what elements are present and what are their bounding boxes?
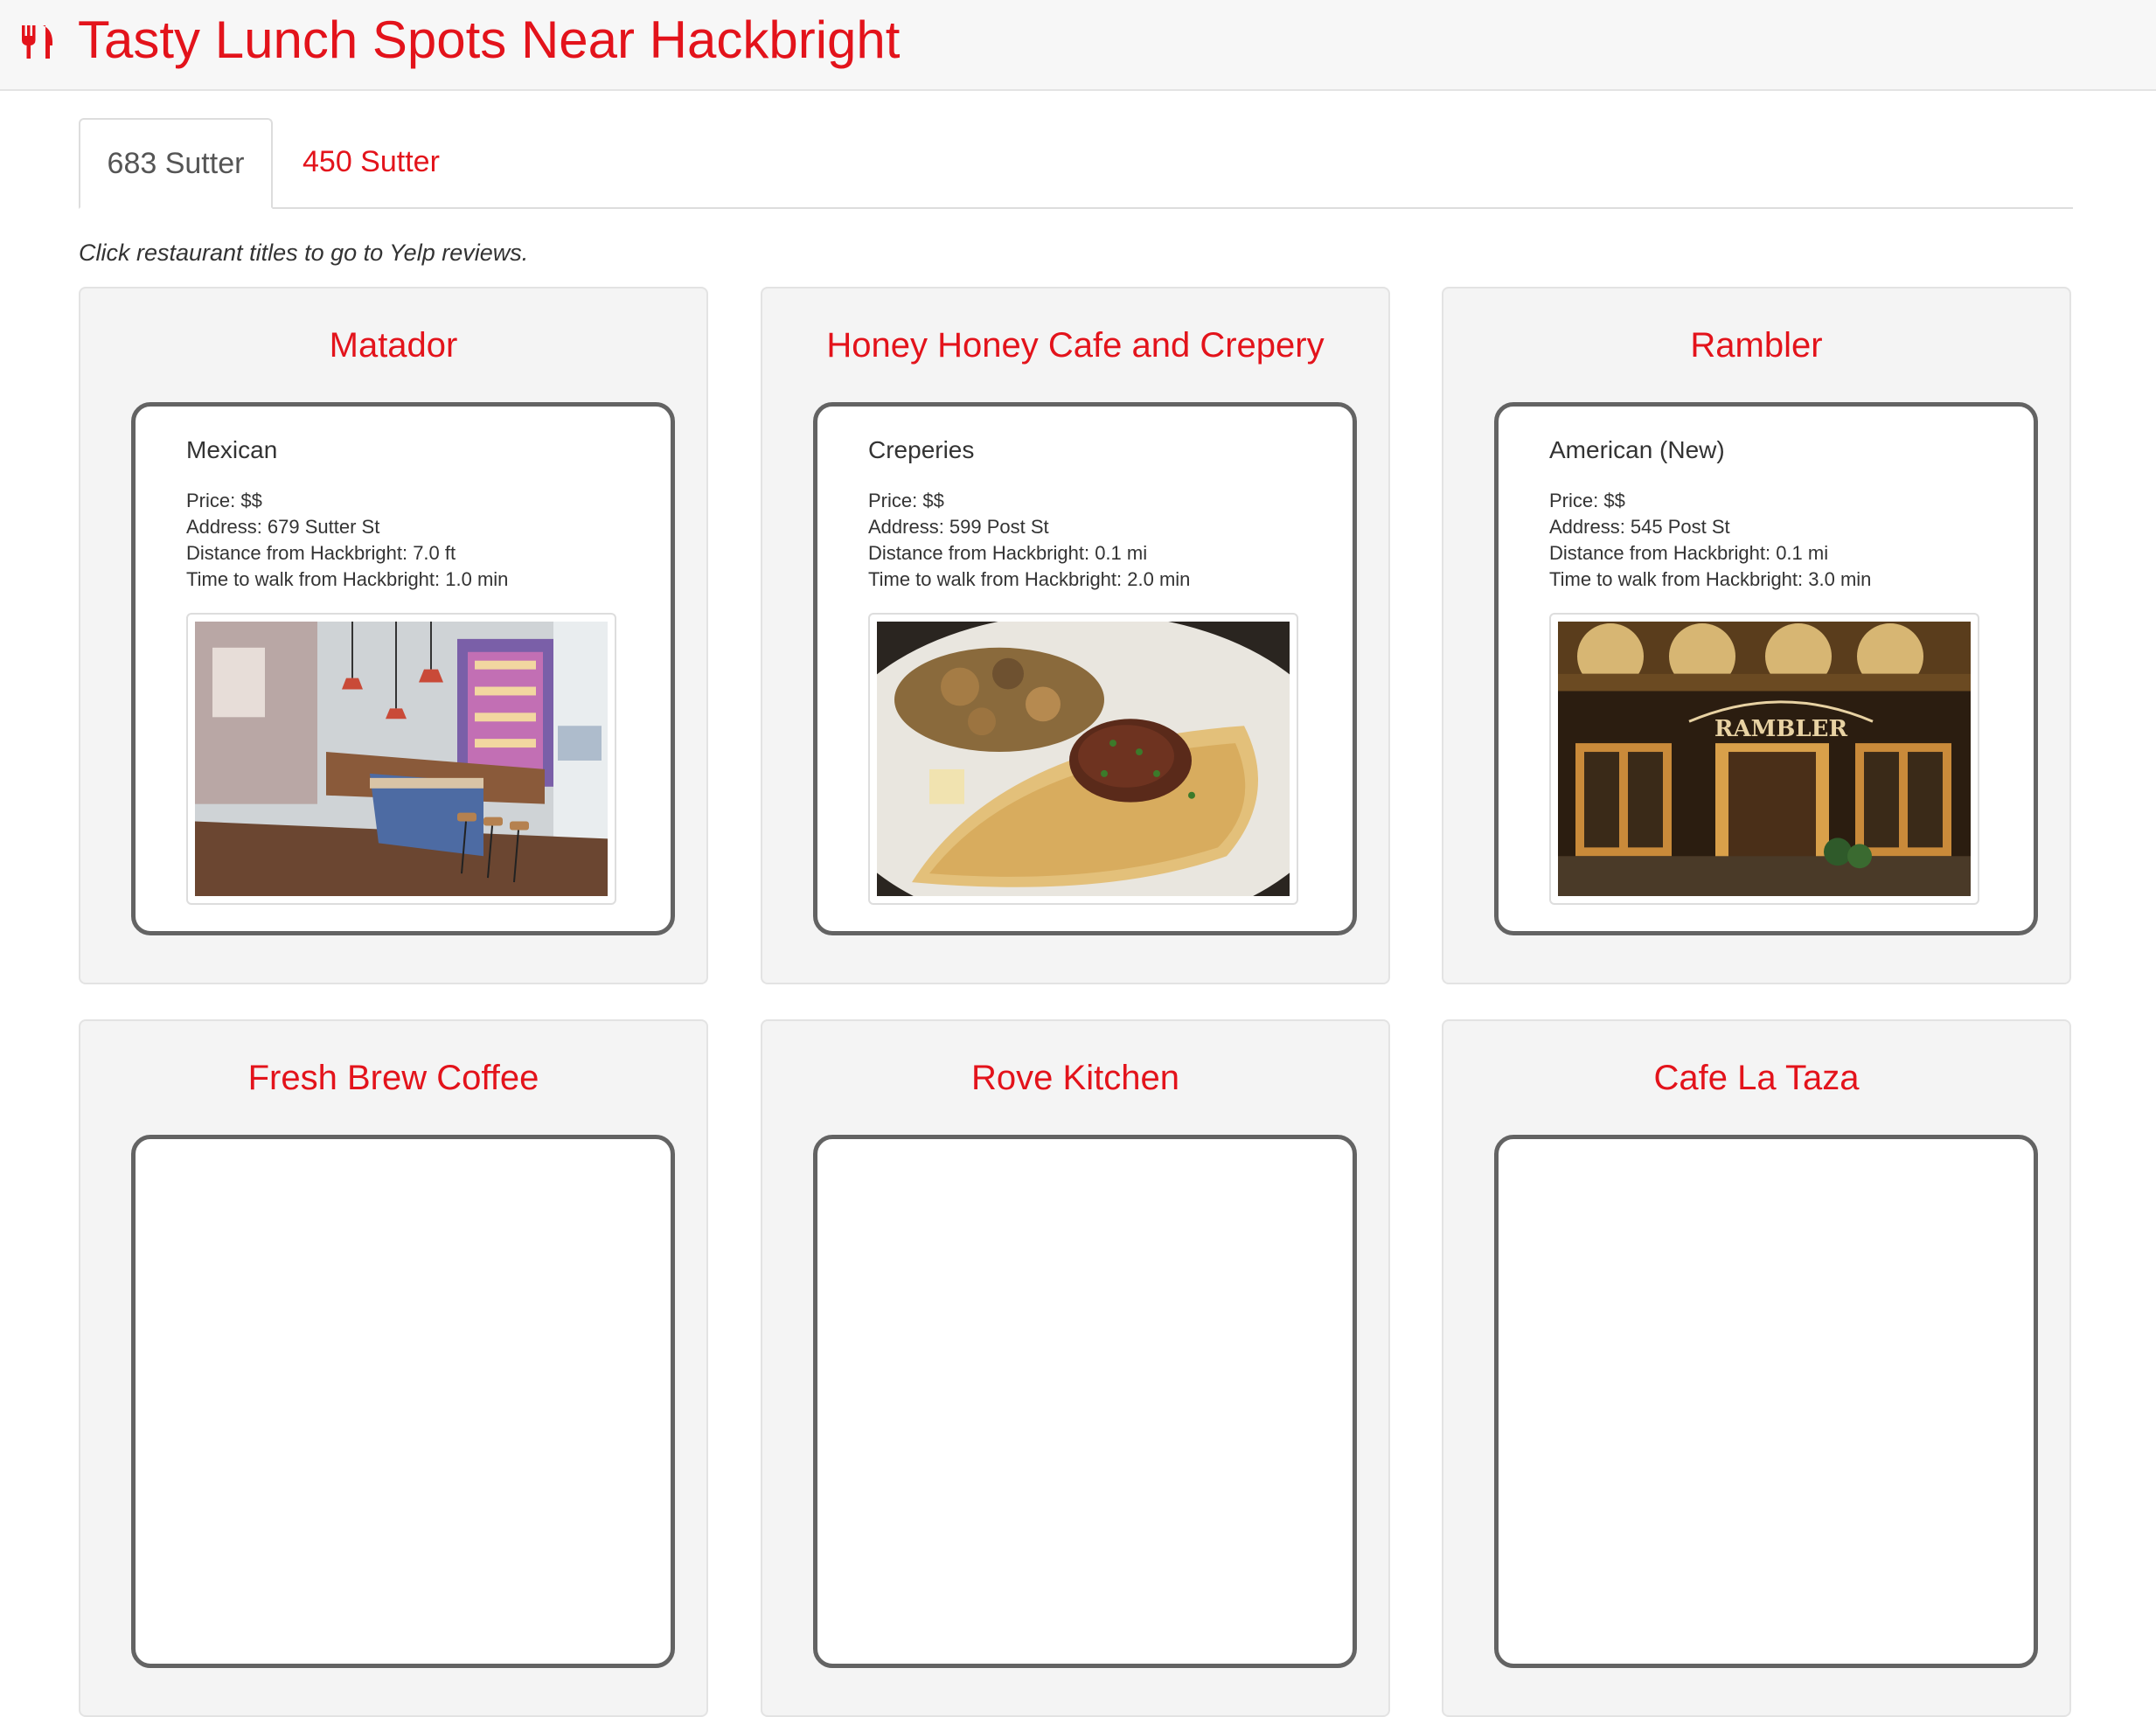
fork-knife-icon	[22, 25, 53, 59]
restaurant-details: Price: $$ Address: 679 Sutter St Distanc…	[186, 488, 508, 593]
svg-text:RAMBLER: RAMBLER	[1714, 716, 1848, 742]
price-text: Price: $$	[1549, 490, 1625, 511]
restaurant-info-box	[131, 1135, 675, 1668]
restaurant-category: Creperies	[868, 436, 975, 463]
app-header: Tasty Lunch Spots Near Hackbright	[0, 0, 2156, 91]
distance-text: Distance from Hackbright: 7.0 ft	[186, 542, 456, 564]
tab-683-sutter[interactable]: 683 Sutter	[79, 118, 273, 209]
restaurant-title-link[interactable]: Cafe La Taza	[1443, 1056, 2069, 1100]
restaurant-info-box: Creperies Price: $$ Address: 599 Post St…	[813, 402, 1357, 935]
restaurant-photo-frame: RAMBLER	[1549, 613, 1979, 905]
location-tabs: 683 Sutter 450 Sutter	[79, 118, 2073, 209]
restaurant-photo-frame	[186, 613, 616, 905]
restaurant-title-link[interactable]: Matador	[80, 323, 706, 367]
price-text: Price: $$	[868, 490, 944, 511]
restaurant-card: Fresh Brew Coffee	[79, 1019, 708, 1717]
restaurant-title-link[interactable]: Rove Kitchen	[762, 1056, 1388, 1100]
address-text: Address: 599 Post St	[868, 516, 1049, 538]
instructions-text: Click restaurant titles to go to Yelp re…	[79, 240, 529, 266]
restaurant-card: Matador Mexican Price: $$ Address: 679 S…	[79, 287, 708, 984]
price-text: Price: $$	[186, 490, 262, 511]
restaurant-info-box: Mexican Price: $$ Address: 679 Sutter St…	[131, 402, 675, 935]
restaurant-details: Price: $$ Address: 545 Post St Distance …	[1549, 488, 1871, 593]
storefront-night-photo: RAMBLER	[1558, 622, 1971, 896]
restaurant-card: Rove Kitchen	[761, 1019, 1390, 1717]
restaurant-category: American (New)	[1549, 436, 1725, 463]
walk-time-text: Time to walk from Hackbright: 3.0 min	[1549, 568, 1872, 590]
restaurant-info-box	[1494, 1135, 2038, 1668]
address-text: Address: 545 Post St	[1549, 516, 1730, 538]
restaurant-card: Honey Honey Cafe and Crepery Creperies P…	[761, 287, 1390, 984]
tab-450-sutter[interactable]: 450 Sutter	[303, 118, 440, 209]
address-text: Address: 679 Sutter St	[186, 516, 380, 538]
restaurant-photo-frame	[868, 613, 1298, 905]
restaurant-category: Mexican	[186, 436, 278, 463]
walk-time-text: Time to walk from Hackbright: 1.0 min	[186, 568, 509, 590]
restaurant-details: Price: $$ Address: 599 Post St Distance …	[868, 488, 1190, 593]
crepe-dish-photo	[877, 622, 1290, 896]
restaurant-title-link[interactable]: Rambler	[1443, 323, 2069, 367]
restaurant-title-link[interactable]: Honey Honey Cafe and Crepery	[762, 323, 1388, 367]
restaurant-info-box: American (New) Price: $$ Address: 545 Po…	[1494, 402, 2038, 935]
distance-text: Distance from Hackbright: 0.1 mi	[1549, 542, 1829, 564]
restaurant-card: Rambler American (New) Price: $$ Address…	[1442, 287, 2071, 984]
restaurant-info-box	[813, 1135, 1357, 1668]
restaurant-title-link[interactable]: Fresh Brew Coffee	[80, 1056, 706, 1100]
distance-text: Distance from Hackbright: 0.1 mi	[868, 542, 1148, 564]
walk-time-text: Time to walk from Hackbright: 2.0 min	[868, 568, 1191, 590]
page-title: Tasty Lunch Spots Near Hackbright	[78, 10, 901, 69]
restaurant-card: Cafe La Taza	[1442, 1019, 2071, 1717]
restaurant-interior-photo	[195, 622, 608, 896]
